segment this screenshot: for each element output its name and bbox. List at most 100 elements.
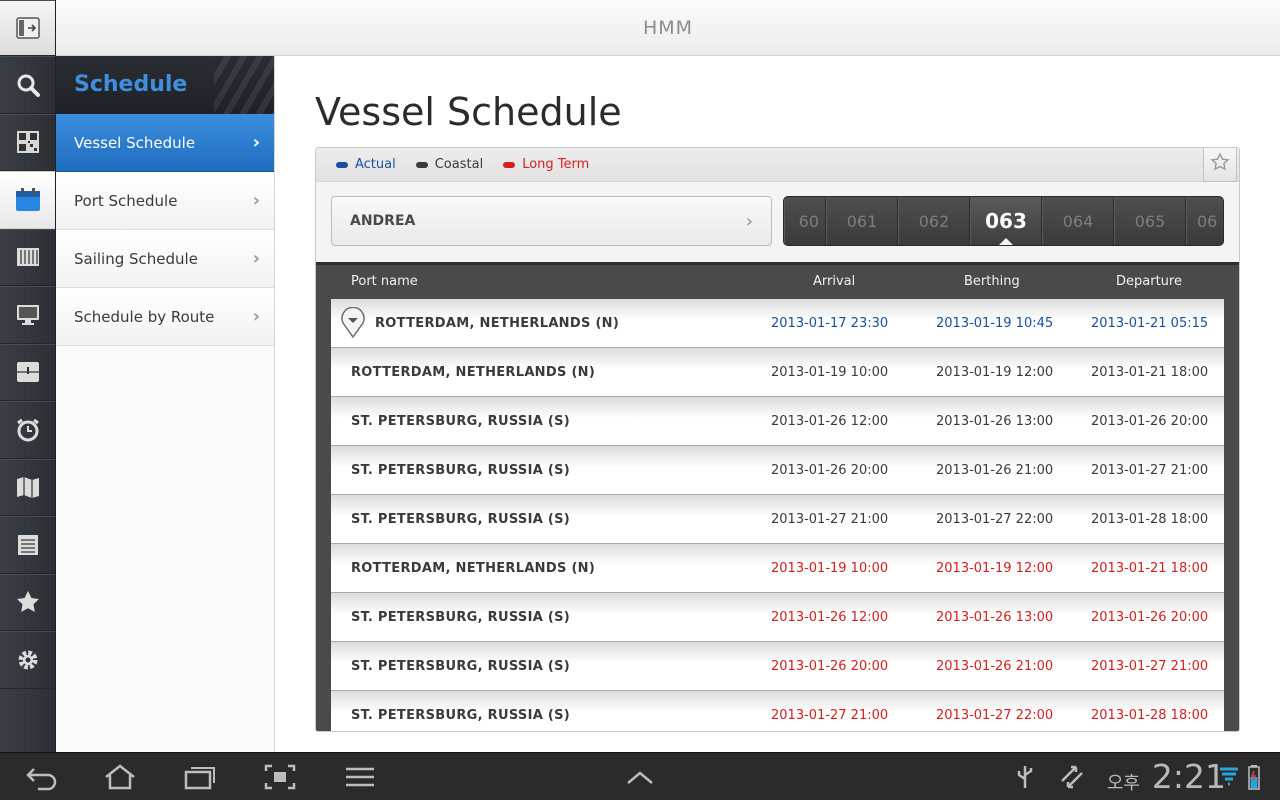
departure-time: 2013-01-26 20:00 [1091, 414, 1209, 429]
chevron-up-icon [627, 771, 653, 784]
rail-schedule[interactable] [0, 171, 55, 229]
sync-status [1052, 762, 1092, 792]
berthing-time: 2013-01-19 12:00 [936, 365, 1054, 380]
table-row[interactable]: ST. PETERSBURG, RUSSIA (S) 2013-01-26 12… [331, 397, 1224, 446]
location-pin-icon [341, 307, 365, 339]
legend-swatch [336, 161, 348, 168]
table-row[interactable]: ROTTERDAM, NETHERLANDS (N) 2013-01-19 10… [331, 544, 1224, 593]
chevron-right-icon: › [252, 248, 260, 269]
subnav-item-label: Schedule by Route [74, 307, 215, 326]
chevron-right-icon: › [252, 306, 260, 327]
subnav-item-schedule-by-route[interactable]: Schedule by Route › [56, 288, 274, 346]
usb-status [1005, 762, 1045, 792]
berthing-time: 2013-01-26 13:00 [936, 610, 1054, 625]
rail-map[interactable] [0, 458, 55, 516]
column-header-port: Port name [351, 274, 418, 289]
rail-alarm[interactable] [0, 401, 55, 459]
collapse-icon [15, 17, 40, 39]
port-name: ST. PETERSBURG, RUSSIA (S) [351, 512, 571, 527]
voyage-item[interactable]: 062 [898, 197, 970, 245]
subnav-item-port-schedule[interactable]: Port Schedule › [56, 172, 274, 230]
arrival-time: 2013-01-27 21:00 [771, 512, 889, 527]
home-button[interactable] [100, 762, 140, 792]
voyage-item[interactable]: 60 [784, 197, 826, 245]
voyage-picker[interactable]: 60 061 062 063 064 065 06 [783, 196, 1224, 246]
voyage-item-selected[interactable]: 063 [970, 197, 1042, 245]
chevron-right-icon: › [252, 132, 260, 153]
column-header-berthing: Berthing [964, 274, 1020, 289]
favorite-button[interactable] [1203, 148, 1237, 182]
screenshot-button[interactable] [260, 762, 300, 792]
table-row[interactable]: ST. PETERSBURG, RUSSIA (S) 2013-01-26 20… [331, 642, 1224, 691]
vessel-select[interactable]: ANDREA › [331, 196, 772, 246]
icon-rail [0, 0, 56, 752]
recent-apps-icon [184, 767, 215, 790]
rail-qr[interactable] [0, 113, 55, 171]
departure-time: 2013-01-27 21:00 [1091, 659, 1209, 674]
voyage-item[interactable]: 064 [1042, 197, 1114, 245]
rail-list[interactable] [0, 516, 55, 574]
berthing-time: 2013-01-27 22:00 [936, 708, 1054, 723]
subnav-item-label: Port Schedule [74, 191, 178, 210]
rail-favorites[interactable] [0, 573, 55, 631]
departure-time: 2013-01-21 18:00 [1091, 365, 1209, 380]
rail-settings[interactable] [0, 631, 55, 689]
rail-info[interactable] [0, 343, 55, 401]
schedule-table: Port name Arrival Berthing Departure ROT… [316, 262, 1239, 731]
subnav-item-vessel-schedule[interactable]: Vessel Schedule › [56, 114, 274, 172]
arrival-time: 2013-01-26 12:00 [771, 414, 889, 429]
legend-item-coastal: Coastal [415, 157, 483, 172]
wifi-status [1218, 762, 1240, 792]
rail-container[interactable] [0, 228, 55, 286]
wifi-signal-icon [1220, 767, 1238, 786]
alarm-clock-icon [16, 418, 39, 442]
table-row[interactable]: ST. PETERSBURG, RUSSIA (S) 2013-01-26 12… [331, 593, 1224, 642]
departure-time: 2013-01-27 21:00 [1091, 463, 1209, 478]
column-header-departure: Departure [1116, 274, 1182, 289]
table-row[interactable]: ROTTERDAM, NETHERLANDS (N) 2013-01-19 10… [331, 348, 1224, 397]
voyage-item[interactable]: 061 [826, 197, 898, 245]
sync-icon [1061, 765, 1083, 789]
subnav-item-label: Sailing Schedule [74, 249, 198, 268]
departure-time: 2013-01-28 18:00 [1091, 512, 1209, 527]
port-name: ST. PETERSBURG, RUSSIA (S) [351, 463, 571, 478]
chevron-right-icon: › [252, 190, 260, 211]
header-stripe-decoration [214, 56, 274, 114]
back-button[interactable] [22, 762, 62, 792]
table-row[interactable]: ROTTERDAM, NETHERLANDS (N) 2013-01-17 23… [331, 299, 1224, 348]
voyage-item[interactable]: 06 [1186, 197, 1223, 245]
rail-monitor[interactable] [0, 286, 55, 344]
subnav-item-label: Vessel Schedule [74, 133, 196, 152]
arrival-time: 2013-01-26 20:00 [771, 659, 889, 674]
usb-icon [1017, 766, 1033, 788]
monitor-icon [16, 304, 39, 325]
arrival-time: 2013-01-26 12:00 [771, 610, 889, 625]
battery-icon [1248, 765, 1260, 790]
selector-row: ANDREA › 60 061 062 063 064 065 06 [316, 182, 1239, 262]
voyage-item[interactable]: 065 [1114, 197, 1186, 245]
clock-ampm: 오후 [1106, 773, 1140, 794]
berthing-time: 2013-01-26 21:00 [936, 659, 1054, 674]
rail-collapse-button[interactable] [0, 0, 55, 56]
home-icon [105, 764, 135, 790]
info-box-icon [16, 362, 39, 383]
legend-swatch [503, 161, 516, 168]
subnav-item-sailing-schedule[interactable]: Sailing Schedule › [56, 230, 274, 288]
clock-time: 2:21 [1151, 757, 1226, 796]
table-row[interactable]: ST. PETERSBURG, RUSSIA (S) 2013-01-27 21… [331, 495, 1224, 544]
table-header: Port name Arrival Berthing Departure [316, 265, 1239, 298]
star-icon [16, 591, 39, 613]
legend-label: Actual [355, 157, 396, 172]
port-name: ST. PETERSBURG, RUSSIA (S) [351, 708, 571, 723]
rail-search[interactable] [0, 56, 55, 114]
expand-panel-button[interactable] [620, 762, 660, 792]
gear-icon [18, 650, 37, 670]
menu-button[interactable] [340, 762, 380, 792]
map-icon [16, 477, 39, 499]
table-body: ROTTERDAM, NETHERLANDS (N) 2013-01-17 23… [331, 299, 1224, 731]
table-row[interactable]: ST. PETERSBURG, RUSSIA (S) 2013-01-26 20… [331, 446, 1224, 495]
calendar-icon [15, 187, 40, 211]
schedule-subnav: Schedule Vessel Schedule › Port Schedule… [56, 56, 275, 752]
table-row[interactable]: ST. PETERSBURG, RUSSIA (S) 2013-01-27 21… [331, 691, 1224, 731]
recent-apps-button[interactable] [180, 762, 220, 792]
